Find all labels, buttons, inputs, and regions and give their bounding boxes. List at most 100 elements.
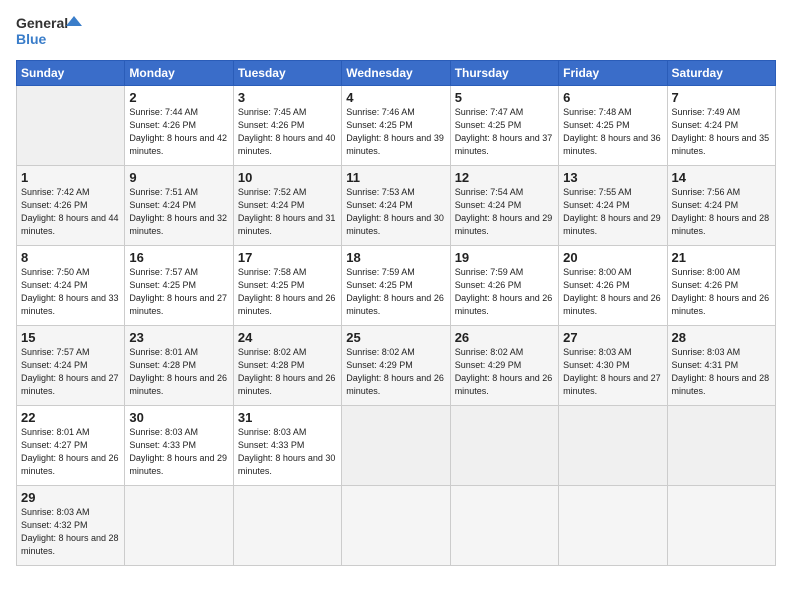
week-row-3: 15 Sunrise: 7:57 AMSunset: 4:24 PMDayligh… bbox=[17, 326, 776, 406]
header-cell-wednesday: Wednesday bbox=[342, 61, 450, 86]
day-number: 31 bbox=[238, 410, 337, 425]
day-cell-6: 6Sunrise: 7:48 AMSunset: 4:25 PMDaylight… bbox=[559, 86, 667, 166]
day-number: 15 bbox=[21, 330, 120, 345]
day-info: Sunrise: 7:59 AMSunset: 4:26 PMDaylight:… bbox=[455, 267, 553, 316]
day-cell-1: 1 Sunrise: 7:42 AMSunset: 4:26 PMDaylight… bbox=[17, 166, 125, 246]
day-cell-12: 12 Sunrise: 7:54 AMSunset: 4:24 PMDayligh… bbox=[450, 166, 558, 246]
empty-cell bbox=[667, 486, 775, 566]
day-cell-17: 17 Sunrise: 7:58 AMSunset: 4:25 PMDayligh… bbox=[233, 246, 341, 326]
day-info: Sunrise: 8:01 AMSunset: 4:28 PMDaylight:… bbox=[129, 347, 227, 396]
logo: General Blue bbox=[16, 12, 86, 52]
day-number: 25 bbox=[346, 330, 445, 345]
empty-cell bbox=[450, 406, 558, 486]
day-number: 29 bbox=[21, 490, 120, 505]
calendar-table: SundayMondayTuesdayWednesdayThursdayFrid… bbox=[16, 60, 776, 566]
day-number: 26 bbox=[455, 330, 554, 345]
day-number: 28 bbox=[672, 330, 771, 345]
day-number: 27 bbox=[563, 330, 662, 345]
day-cell-14: 14 Sunrise: 7:56 AMSunset: 4:24 PMDayligh… bbox=[667, 166, 775, 246]
day-cell-24: 24 Sunrise: 8:02 AMSunset: 4:28 PMDayligh… bbox=[233, 326, 341, 406]
day-number: 6 bbox=[563, 90, 662, 105]
day-info: Sunrise: 7:46 AMSunset: 4:25 PMDaylight:… bbox=[346, 107, 444, 156]
day-info: Sunrise: 7:54 AMSunset: 4:24 PMDaylight:… bbox=[455, 187, 553, 236]
day-info: Sunrise: 8:00 AMSunset: 4:26 PMDaylight:… bbox=[563, 267, 661, 316]
day-info: Sunrise: 7:50 AMSunset: 4:24 PMDaylight:… bbox=[21, 267, 119, 316]
header: General Blue bbox=[16, 12, 776, 52]
day-cell-21: 21Sunrise: 8:00 AMSunset: 4:26 PMDayligh… bbox=[667, 246, 775, 326]
week-row-0: 2Sunrise: 7:44 AMSunset: 4:26 PMDaylight… bbox=[17, 86, 776, 166]
empty-cell bbox=[342, 486, 450, 566]
day-info: Sunrise: 8:03 AMSunset: 4:32 PMDaylight:… bbox=[21, 507, 119, 556]
day-number: 3 bbox=[238, 90, 337, 105]
day-info: Sunrise: 8:03 AMSunset: 4:33 PMDaylight:… bbox=[129, 427, 227, 476]
page: General Blue SundayMondayTuesdayWednesda… bbox=[0, 0, 792, 576]
week-row-2: 8 Sunrise: 7:50 AMSunset: 4:24 PMDaylight… bbox=[17, 246, 776, 326]
day-info: Sunrise: 8:02 AMSunset: 4:28 PMDaylight:… bbox=[238, 347, 336, 396]
day-cell-2: 2Sunrise: 7:44 AMSunset: 4:26 PMDaylight… bbox=[125, 86, 233, 166]
empty-cell bbox=[559, 406, 667, 486]
day-cell-7: 7 Sunrise: 7:49 AMSunset: 4:24 PMDaylight… bbox=[667, 86, 775, 166]
day-number: 18 bbox=[346, 250, 445, 265]
day-cell-23: 23 Sunrise: 8:01 AMSunset: 4:28 PMDayligh… bbox=[125, 326, 233, 406]
day-info: Sunrise: 7:57 AMSunset: 4:24 PMDaylight:… bbox=[21, 347, 119, 396]
day-number: 14 bbox=[672, 170, 771, 185]
day-cell-10: 10Sunrise: 7:52 AMSunset: 4:24 PMDayligh… bbox=[233, 166, 341, 246]
day-info: Sunrise: 7:42 AMSunset: 4:26 PMDaylight:… bbox=[21, 187, 119, 236]
day-cell-11: 11Sunrise: 7:53 AMSunset: 4:24 PMDayligh… bbox=[342, 166, 450, 246]
day-cell-27: 27Sunrise: 8:03 AMSunset: 4:30 PMDayligh… bbox=[559, 326, 667, 406]
week-row-5: 29 Sunrise: 8:03 AMSunset: 4:32 PMDayligh… bbox=[17, 486, 776, 566]
day-cell-5: 5 Sunrise: 7:47 AMSunset: 4:25 PMDaylight… bbox=[450, 86, 558, 166]
day-number: 23 bbox=[129, 330, 228, 345]
day-info: Sunrise: 8:00 AMSunset: 4:26 PMDaylight:… bbox=[672, 267, 770, 316]
day-number: 24 bbox=[238, 330, 337, 345]
empty-cell bbox=[17, 86, 125, 166]
header-cell-thursday: Thursday bbox=[450, 61, 558, 86]
day-cell-15: 15 Sunrise: 7:57 AMSunset: 4:24 PMDayligh… bbox=[17, 326, 125, 406]
day-number: 17 bbox=[238, 250, 337, 265]
empty-cell bbox=[233, 486, 341, 566]
day-number: 7 bbox=[672, 90, 771, 105]
day-number: 5 bbox=[455, 90, 554, 105]
day-info: Sunrise: 7:56 AMSunset: 4:24 PMDaylight:… bbox=[672, 187, 770, 236]
empty-cell bbox=[667, 406, 775, 486]
day-info: Sunrise: 7:53 AMSunset: 4:24 PMDaylight:… bbox=[346, 187, 444, 236]
day-number: 8 bbox=[21, 250, 120, 265]
day-cell-9: 9Sunrise: 7:51 AMSunset: 4:24 PMDaylight… bbox=[125, 166, 233, 246]
day-number: 19 bbox=[455, 250, 554, 265]
day-cell-16: 16Sunrise: 7:57 AMSunset: 4:25 PMDayligh… bbox=[125, 246, 233, 326]
header-cell-monday: Monday bbox=[125, 61, 233, 86]
day-cell-26: 26 Sunrise: 8:02 AMSunset: 4:29 PMDayligh… bbox=[450, 326, 558, 406]
day-cell-18: 18Sunrise: 7:59 AMSunset: 4:25 PMDayligh… bbox=[342, 246, 450, 326]
day-info: Sunrise: 7:47 AMSunset: 4:25 PMDaylight:… bbox=[455, 107, 553, 156]
week-row-4: 22Sunrise: 8:01 AMSunset: 4:27 PMDayligh… bbox=[17, 406, 776, 486]
day-info: Sunrise: 8:02 AMSunset: 4:29 PMDaylight:… bbox=[455, 347, 553, 396]
day-number: 12 bbox=[455, 170, 554, 185]
header-cell-sunday: Sunday bbox=[17, 61, 125, 86]
week-row-1: 1 Sunrise: 7:42 AMSunset: 4:26 PMDaylight… bbox=[17, 166, 776, 246]
day-info: Sunrise: 7:58 AMSunset: 4:25 PMDaylight:… bbox=[238, 267, 336, 316]
day-number: 20 bbox=[563, 250, 662, 265]
day-info: Sunrise: 7:49 AMSunset: 4:24 PMDaylight:… bbox=[672, 107, 770, 156]
day-info: Sunrise: 8:03 AMSunset: 4:33 PMDaylight:… bbox=[238, 427, 336, 476]
day-number: 30 bbox=[129, 410, 228, 425]
day-cell-29: 29 Sunrise: 8:03 AMSunset: 4:32 PMDayligh… bbox=[17, 486, 125, 566]
day-info: Sunrise: 8:01 AMSunset: 4:27 PMDaylight:… bbox=[21, 427, 119, 476]
empty-cell bbox=[450, 486, 558, 566]
day-cell-19: 19 Sunrise: 7:59 AMSunset: 4:26 PMDayligh… bbox=[450, 246, 558, 326]
day-number: 4 bbox=[346, 90, 445, 105]
day-number: 16 bbox=[129, 250, 228, 265]
day-number: 2 bbox=[129, 90, 228, 105]
day-info: Sunrise: 8:03 AMSunset: 4:31 PMDaylight:… bbox=[672, 347, 770, 396]
day-number: 1 bbox=[21, 170, 120, 185]
day-cell-25: 25 Sunrise: 8:02 AMSunset: 4:29 PMDayligh… bbox=[342, 326, 450, 406]
day-cell-22: 22Sunrise: 8:01 AMSunset: 4:27 PMDayligh… bbox=[17, 406, 125, 486]
day-number: 9 bbox=[129, 170, 228, 185]
day-cell-31: 31 Sunrise: 8:03 AMSunset: 4:33 PMDayligh… bbox=[233, 406, 341, 486]
day-cell-30: 30 Sunrise: 8:03 AMSunset: 4:33 PMDayligh… bbox=[125, 406, 233, 486]
logo-svg: General Blue bbox=[16, 12, 86, 52]
header-cell-tuesday: Tuesday bbox=[233, 61, 341, 86]
day-info: Sunrise: 7:45 AMSunset: 4:26 PMDaylight:… bbox=[238, 107, 336, 156]
header-cell-saturday: Saturday bbox=[667, 61, 775, 86]
day-cell-4: 4 Sunrise: 7:46 AMSunset: 4:25 PMDaylight… bbox=[342, 86, 450, 166]
day-info: Sunrise: 8:02 AMSunset: 4:29 PMDaylight:… bbox=[346, 347, 444, 396]
